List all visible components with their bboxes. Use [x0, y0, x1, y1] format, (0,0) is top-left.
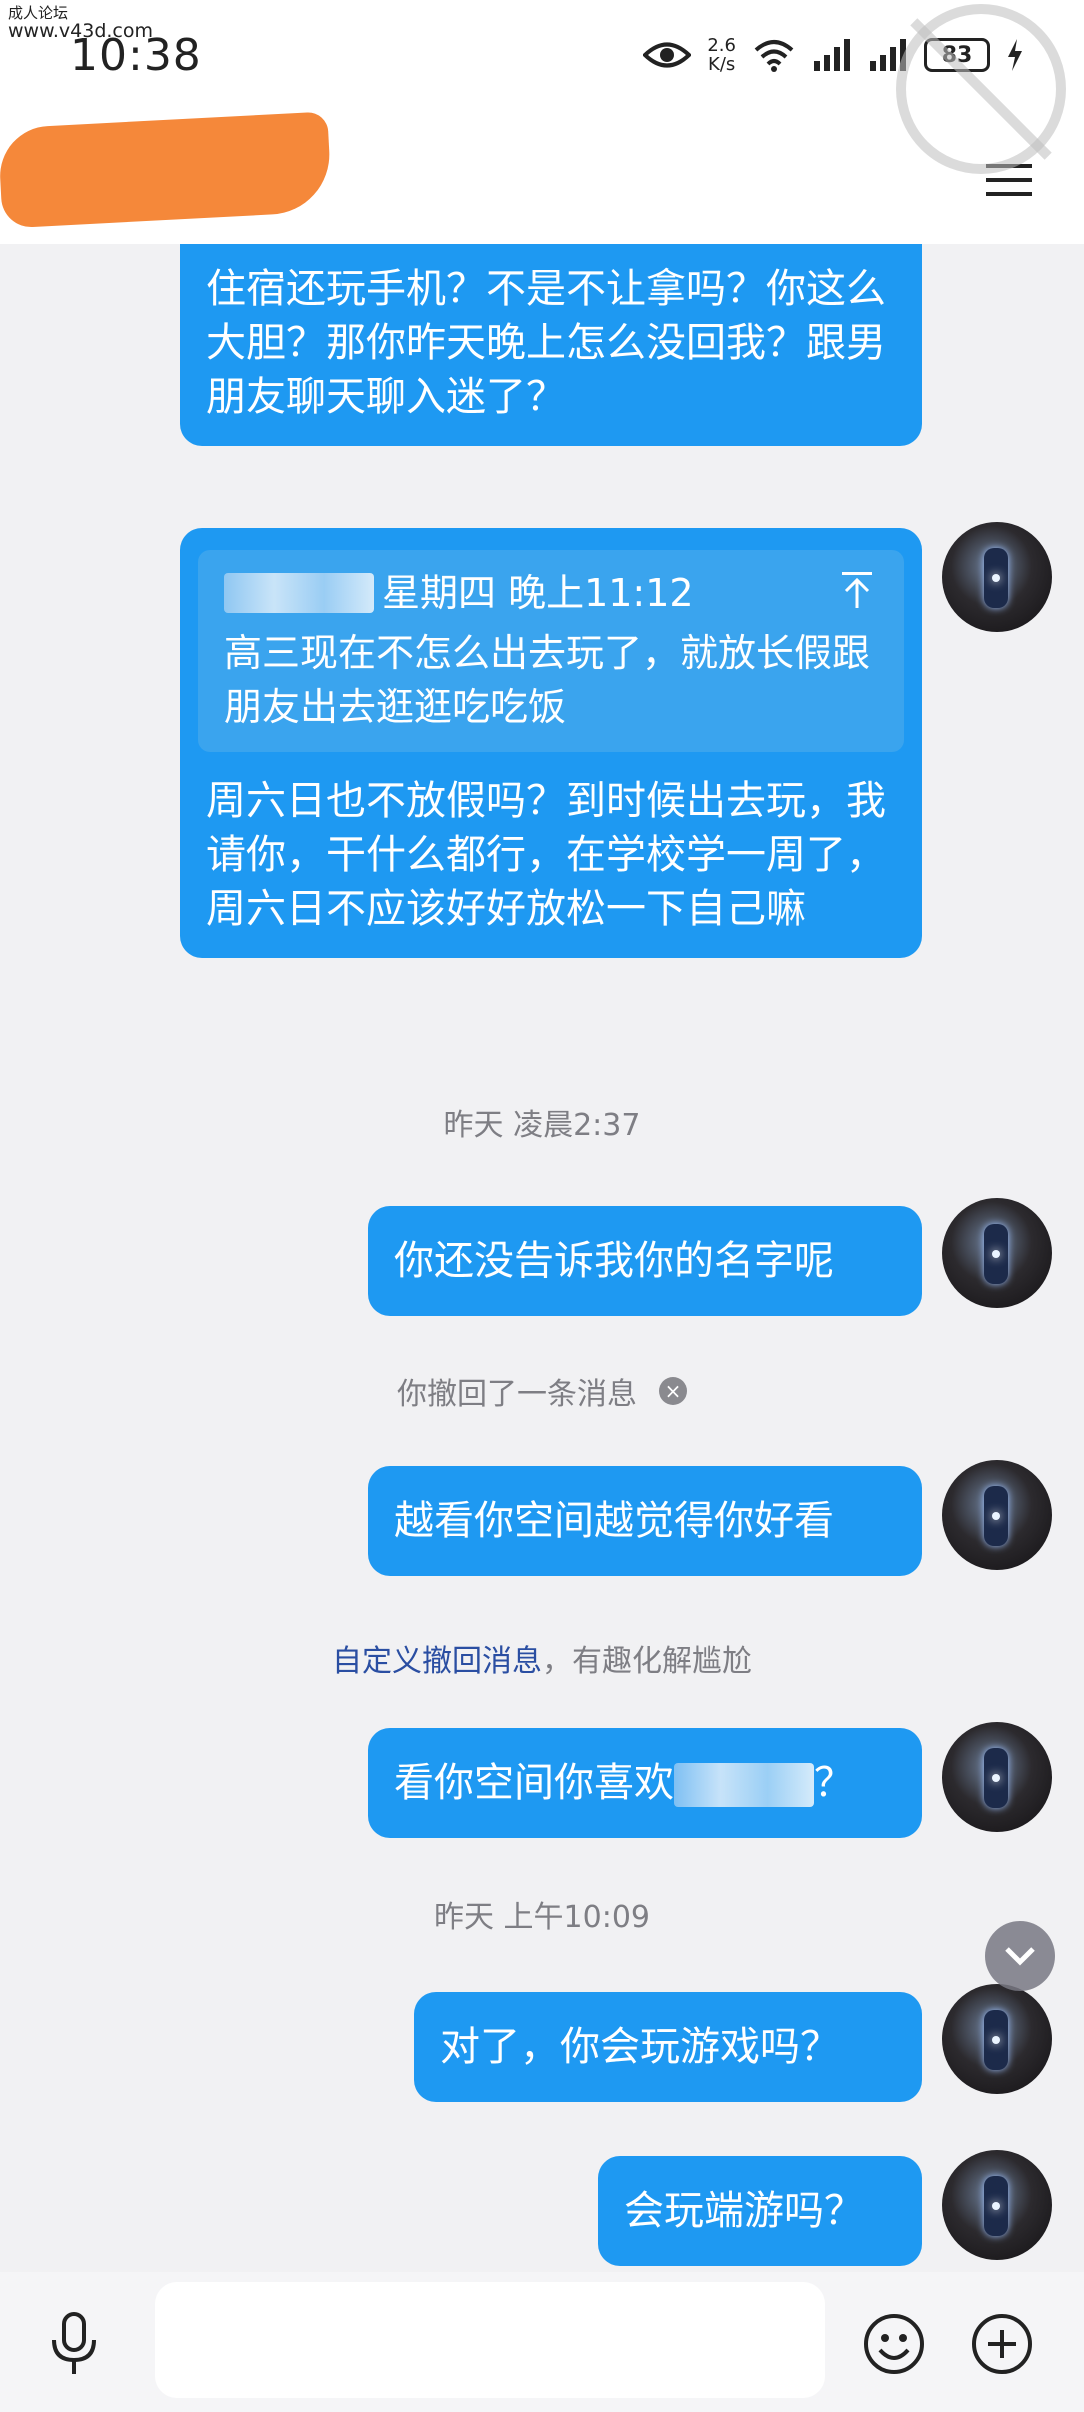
message-text: 周六日也不放假吗？到时候出去玩，我请你，干什么都行，在学校学一周了，周六日不应该…: [206, 778, 886, 932]
message-text: 住宿还玩手机？不是不让拿吗？你这么大胆？那你昨天晚上怎么没回我？跟男朋友聊天聊入…: [206, 266, 886, 420]
scroll-to-bottom-button[interactable]: [985, 1921, 1055, 1991]
message-text: 对了，你会玩游戏吗？: [440, 2024, 840, 2070]
net-speed: 2.6 K/s: [707, 36, 736, 74]
message-text-prefix: 看你空间你喜欢: [394, 1760, 674, 1806]
avatar[interactable]: [942, 522, 1052, 632]
avatar[interactable]: [942, 1722, 1052, 1832]
message-bubble[interactable]: 你还没告诉我你的名字呢: [368, 1206, 922, 1316]
emoji-icon[interactable]: [862, 2312, 926, 2376]
message-bubble[interactable]: 越看你空间越觉得你好看: [368, 1466, 922, 1576]
quote-time: 星期四 晚上11:12: [382, 571, 694, 615]
message-bubble-with-quote[interactable]: 星期四 晚上11:12 高三现在不怎么出去玩了，就放长假跟朋友出去逛逛吃吃饭 周…: [180, 528, 922, 958]
avatar[interactable]: [942, 1984, 1052, 2094]
close-icon[interactable]: ×: [659, 1377, 687, 1405]
message-bubble[interactable]: 看你空间你喜欢 ？: [368, 1728, 922, 1838]
wifi-icon: [754, 40, 794, 72]
quoted-message[interactable]: 星期四 晚上11:12 高三现在不怎么出去玩了，就放长假跟朋友出去逛逛吃吃饭: [198, 550, 904, 752]
custom-recall-hint-text: ，有趣化解尴尬: [542, 1644, 752, 1679]
forum-watermark-logo: [896, 4, 1066, 174]
timestamp: 昨天 上午10:09: [434, 1900, 650, 1935]
avatar[interactable]: [942, 2150, 1052, 2260]
blurred-text: [674, 1763, 814, 1807]
message-bubble[interactable]: 住宿还玩手机？不是不让拿吗？你这么大胆？那你昨天晚上怎么没回我？跟男朋友聊天聊入…: [180, 244, 922, 446]
message-bubble[interactable]: 会玩端游吗？: [598, 2156, 922, 2266]
quote-header: 星期四 晚上11:12: [224, 568, 878, 618]
quoted-sender-blurred: [224, 573, 374, 613]
chat-message-list[interactable]: 住宿还玩手机？不是不让拿吗？你这么大胆？那你昨天晚上怎么没回我？跟男朋友聊天聊入…: [0, 244, 1084, 2272]
contact-name-redaction: [0, 111, 333, 229]
quote-text: 高三现在不怎么出去玩了，就放长假跟朋友出去逛逛吃吃饭: [224, 631, 871, 729]
status-time: 10:38: [70, 30, 202, 81]
input-bar: [0, 2272, 1084, 2412]
message-input[interactable]: [155, 2282, 825, 2398]
message-text: 会玩端游吗？: [624, 2188, 864, 2234]
message-text-suffix: ？: [814, 1760, 854, 1806]
plus-icon[interactable]: [970, 2312, 1034, 2376]
custom-recall-link[interactable]: 自定义撤回消息: [332, 1636, 542, 1680]
microphone-icon[interactable]: [46, 2312, 102, 2376]
custom-recall-hint: 自定义撤回消息 ，有趣化解尴尬: [0, 1636, 1084, 1680]
eye-icon: [643, 42, 692, 68]
message-bubble[interactable]: 对了，你会玩游戏吗？: [414, 1992, 922, 2102]
net-speed-value: 2.6: [707, 35, 736, 56]
recall-notice: 你撤回了一条消息 ×: [0, 1369, 1084, 1413]
chevron-down-icon: [1005, 1947, 1035, 1966]
message-text: 越看你空间越觉得你好看: [394, 1498, 834, 1544]
avatar[interactable]: [942, 1198, 1052, 1308]
timestamp: 昨天 凌晨2:37: [443, 1108, 641, 1143]
net-speed-unit: K/s: [708, 54, 736, 75]
signal-icon-1: [814, 39, 850, 71]
message-text: 你还没告诉我你的名字呢: [394, 1238, 834, 1284]
jump-to-quote-icon[interactable]: [840, 570, 874, 610]
recall-notice-text: 你撤回了一条消息: [397, 1377, 637, 1412]
avatar[interactable]: [942, 1460, 1052, 1570]
